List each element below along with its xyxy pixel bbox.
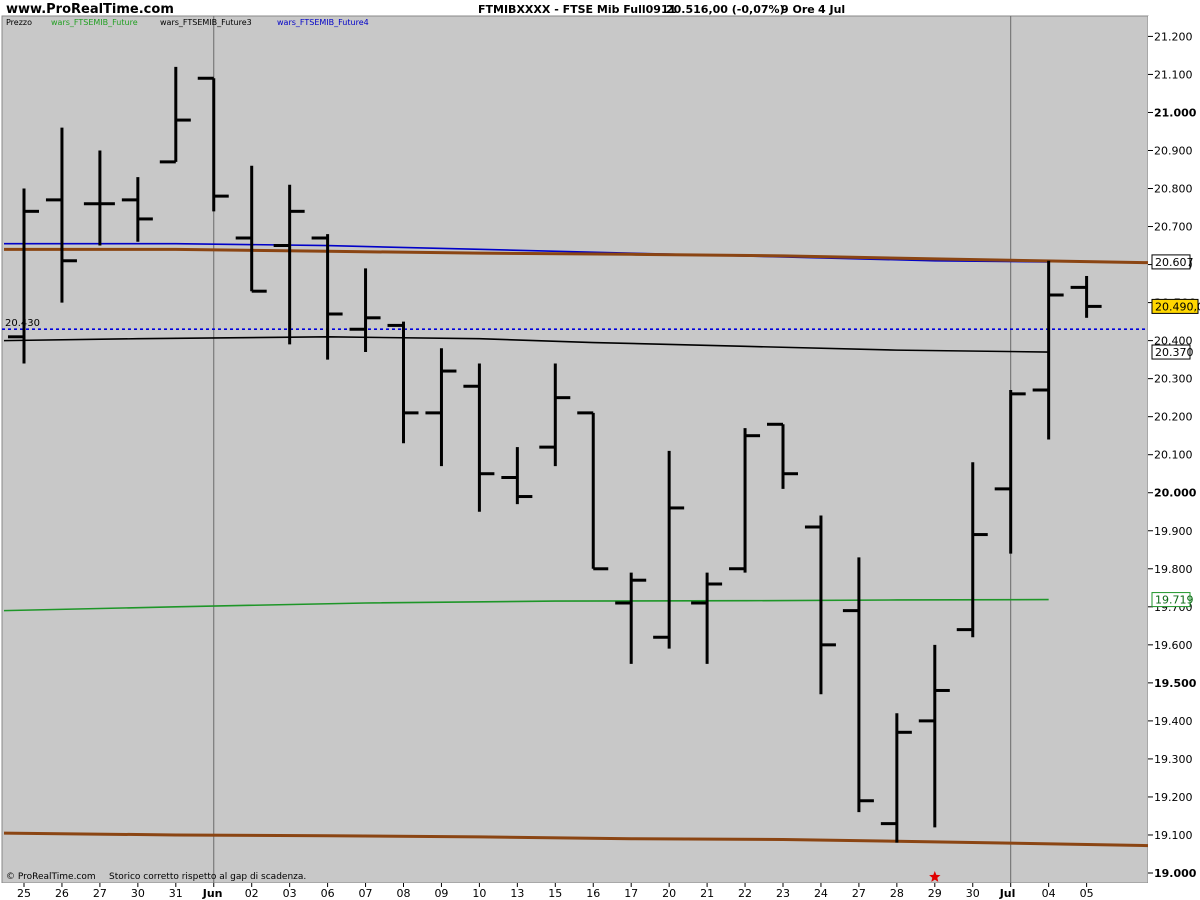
chart-title: FTMIBXXXX - FTSE Mib Full0911 [478,3,676,16]
x-tick-label: 04 [1042,887,1056,900]
price-label-text: 20.607 [1155,256,1194,269]
x-tick-label: 02 [245,887,259,900]
y-tick-label: 21.100 [1154,68,1193,81]
x-tick-label: Jul [999,887,1016,900]
x-tick-label: 25 [17,887,31,900]
x-tick-label: 28 [890,887,904,900]
y-tick-label: 19.200 [1154,791,1193,804]
x-tick-label: 10 [472,887,486,900]
x-tick-label: 27 [852,887,866,900]
y-tick-label: 19.800 [1154,563,1193,576]
footer-note: Storico corretto rispetto al gap di scad… [109,872,306,882]
x-tick-label: 16 [586,887,600,900]
x-tick-label: 27 [93,887,107,900]
price-chart[interactable]: 21.200 21.100 21.000 20.900 20.800 20.700 20.6… [0,0,1200,900]
site-name[interactable]: www.ProRealTime.com [6,2,174,17]
y-tick-label: 19.500 [1154,677,1197,690]
y-tick-label: 20.000 [1154,487,1197,500]
x-tick-label: 03 [283,887,297,900]
y-tick-label: 19.600 [1154,639,1193,652]
header-date: 4 Jul [818,3,845,16]
y-tick-label: 20.800 [1154,183,1193,196]
axis-bottom: 25 26 27 30 31 Jun 02 03 06 07 08 09 10 13 15 16 17 20 21 2… [0,883,1200,900]
current-price: 20.516,00 (-0,07%) [666,3,785,16]
x-tick-label: 31 [169,887,183,900]
y-tick-label: 20.300 [1154,373,1193,386]
price-label-text: 20.370 [1155,346,1194,359]
price-label: 19.719 [1151,592,1194,608]
price-label: 20.607 [1151,254,1194,270]
y-tick-label: 19.000 [1154,867,1197,880]
x-tick-label: 30 [966,887,980,900]
legend-future: wars_FTSEMIB_Future [51,18,138,27]
y-tick-label: 19.100 [1154,829,1193,842]
x-tick-label: 07 [359,887,373,900]
price-label-text: 19.719 [1155,594,1194,607]
x-tick-label: 20 [662,887,676,900]
axis-right: 21.200 21.100 21.000 20.900 20.800 20.700 20.6… [1148,16,1200,883]
x-tick-label: 13 [510,887,524,900]
y-tick-label: 19.900 [1154,525,1193,538]
x-tick-label: 05 [1080,887,1094,900]
x-tick-label: 17 [624,887,638,900]
x-tick-label: 09 [434,887,448,900]
copyright: © ProRealTime.com [6,872,96,882]
legend-prezzo: Prezzo [6,18,32,27]
x-tick-label: 22 [738,887,752,900]
x-tick-label: 08 [397,887,411,900]
y-tick-label: 21.200 [1154,30,1193,43]
y-tick-label: 20.700 [1154,221,1193,234]
timeframe: 9 Ore [781,3,815,16]
x-tick-label: 21 [700,887,714,900]
y-tick-label: 20.200 [1154,411,1193,424]
x-tick-label: 06 [321,887,335,900]
x-tick-label: 24 [814,887,828,900]
y-tick-label: 20.900 [1154,144,1193,157]
legend-future4: wars_FTSEMIB_Future4 [277,18,369,27]
price-label: 20.490,0 [1151,298,1200,314]
x-tick-label: 29 [928,887,942,900]
x-tick-label: 23 [776,887,790,900]
y-tick-label: 21.000 [1154,106,1197,119]
price-label-text: 20.490,0 [1155,300,1200,313]
y-tick-label: 19.400 [1154,715,1193,728]
legend-future3: wars_FTSEMIB_Future3 [160,18,252,27]
plot-background [1,15,1149,884]
x-tick-label: 26 [55,887,69,900]
price-label: 20.370 [1151,344,1194,360]
y-tick-label: 20.100 [1154,449,1193,462]
x-tick-label: Jun [202,887,223,900]
x-tick-label: 30 [131,887,145,900]
x-tick-label: 15 [548,887,562,900]
y-tick-label: 19.300 [1154,753,1193,766]
